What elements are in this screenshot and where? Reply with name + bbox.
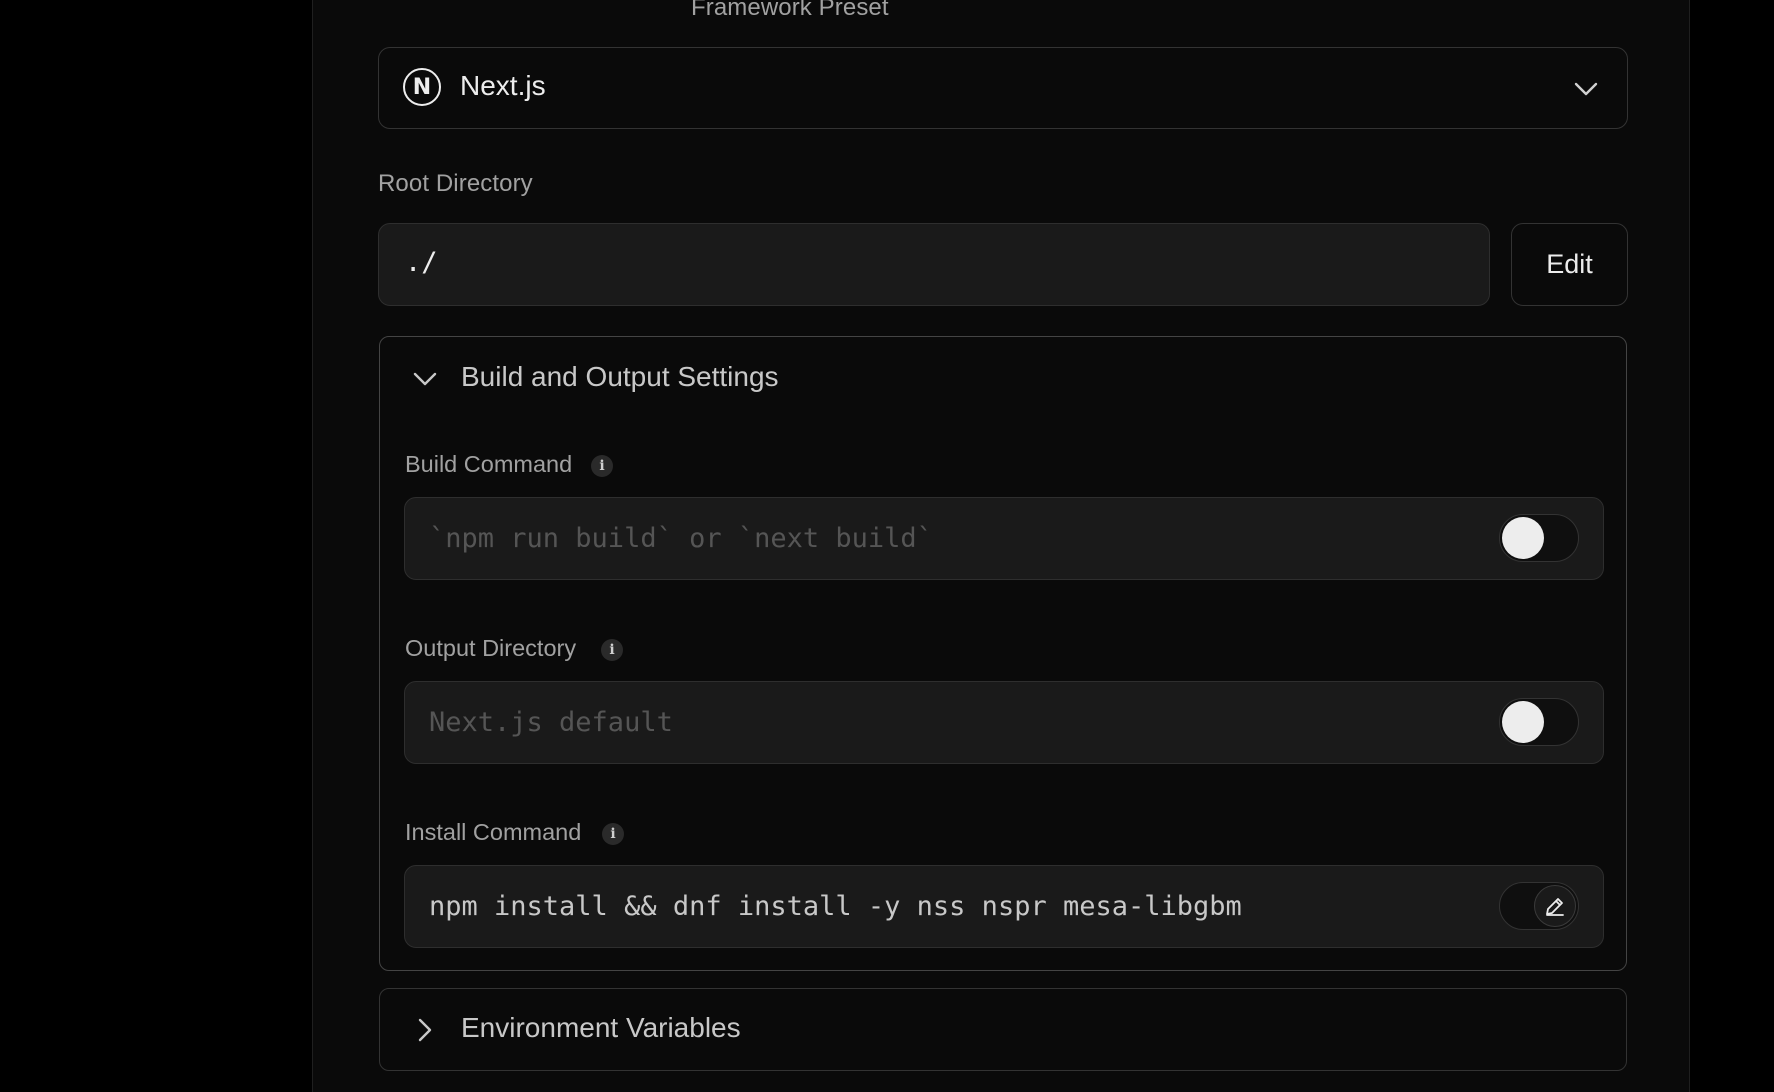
chevron-down-icon	[413, 372, 437, 386]
build-command-input[interactable]: `npm run build` or `next build`	[404, 497, 1604, 580]
build-output-settings-title: Build and Output Settings	[461, 361, 779, 392]
toggle-knob	[1502, 517, 1544, 559]
build-command-override-toggle[interactable]	[1499, 514, 1579, 562]
root-directory-value: ./	[405, 247, 438, 278]
chevron-down-icon	[1574, 82, 1598, 96]
output-directory-label: Output Directory	[405, 635, 577, 661]
build-output-settings-toggle[interactable]: Build and Output Settings	[380, 337, 1626, 421]
framework-preset-select[interactable]: N Next.js	[378, 47, 1628, 129]
chevron-right-icon	[418, 1018, 432, 1042]
build-command-placeholder: `npm run build` or `next build`	[429, 523, 933, 554]
build-command-label: Build Command	[405, 451, 573, 477]
nextjs-logo: N	[403, 68, 441, 106]
install-command-value: npm install && dnf install -y nss nspr m…	[429, 891, 1242, 922]
project-settings-panel: Framework Preset N Next.js Root Director…	[312, 0, 1690, 1092]
output-directory-input[interactable]: Next.js default	[404, 681, 1604, 764]
environment-variables-section[interactable]: Environment Variables	[379, 988, 1627, 1071]
install-command-override-toggle[interactable]	[1499, 882, 1579, 930]
output-directory-placeholder: Next.js default	[429, 707, 673, 738]
framework-preset-label: Framework Preset	[691, 0, 889, 21]
environment-variables-title: Environment Variables	[461, 1012, 741, 1043]
pencil-icon	[1546, 898, 1564, 916]
info-icon[interactable]: i	[601, 639, 623, 661]
install-command-label: Install Command	[405, 819, 582, 845]
root-directory-label: Root Directory	[378, 170, 533, 197]
build-output-settings-section: Build and Output Settings Build Command …	[379, 336, 1627, 971]
toggle-knob	[1534, 885, 1576, 927]
output-directory-override-toggle[interactable]	[1499, 698, 1579, 746]
info-icon[interactable]: i	[602, 823, 624, 845]
toggle-knob	[1502, 701, 1544, 743]
install-command-input[interactable]: npm install && dnf install -y nss nspr m…	[404, 865, 1604, 948]
info-icon[interactable]: i	[591, 455, 613, 477]
framework-preset-value: Next.js	[460, 70, 546, 101]
root-directory-input[interactable]: ./	[378, 223, 1490, 306]
root-directory-edit-button[interactable]: Edit	[1511, 223, 1628, 306]
